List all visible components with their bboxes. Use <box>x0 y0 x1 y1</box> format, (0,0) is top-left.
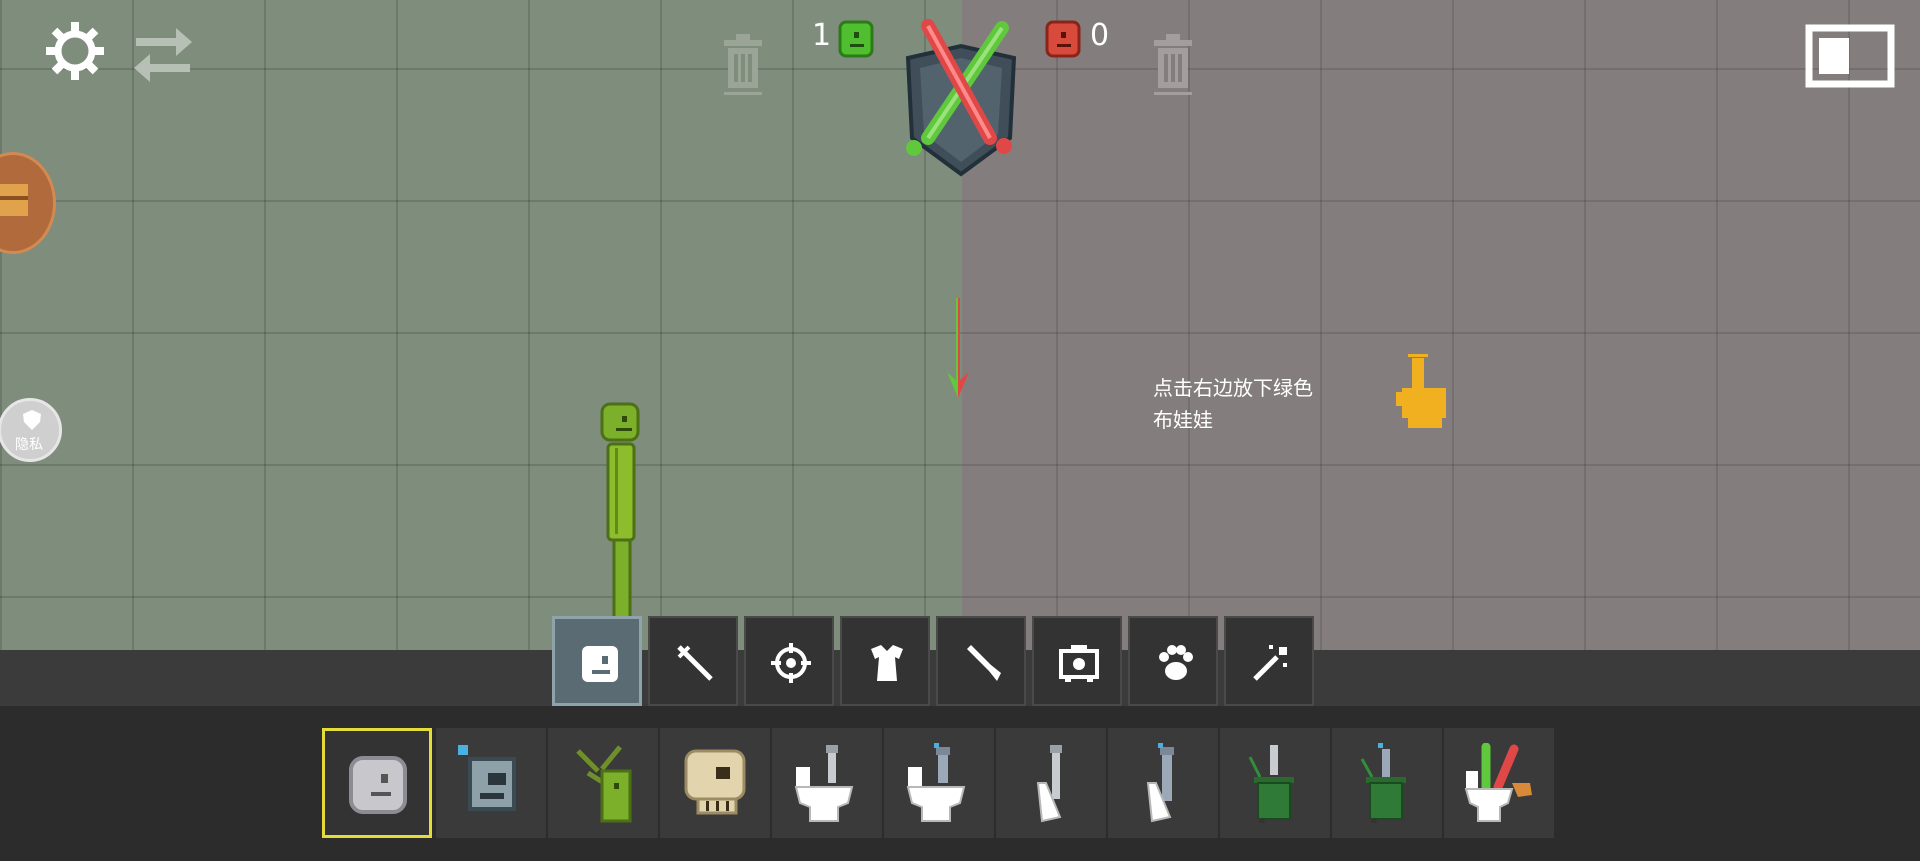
item-skibidi-toilet-4[interactable] <box>1108 728 1218 838</box>
category-explosives[interactable] <box>936 616 1026 706</box>
hint-line-2: 布娃娃 <box>1153 408 1213 432</box>
paw-icon <box>1159 645 1193 680</box>
shield-icon <box>23 410 41 430</box>
category-firearms[interactable] <box>744 616 834 706</box>
trash-icon[interactable] <box>1152 32 1194 98</box>
down-arrow-icon <box>945 298 971 402</box>
rocket-icon <box>967 645 1001 681</box>
melon-toilet-icon <box>1464 743 1532 822</box>
swap-arrows-icon[interactable] <box>130 22 196 88</box>
privacy-button[interactable]: 隐私 <box>0 398 62 462</box>
trash-bin-icon <box>1360 743 1406 823</box>
toilet-icon <box>1036 745 1062 823</box>
category-characters[interactable] <box>552 616 642 706</box>
item-skibidi-toilet-2[interactable] <box>884 728 994 838</box>
green-ragdoll-head-icon <box>838 20 874 58</box>
privacy-label: 隐私 <box>15 437 43 453</box>
green-score: 1 <box>812 18 832 53</box>
sword-icon <box>677 645 713 681</box>
toilet-icon <box>906 743 966 822</box>
item-melon-toilet[interactable] <box>1444 728 1554 838</box>
melon-plant-icon <box>576 745 632 823</box>
red-score: 0 <box>1090 18 1110 53</box>
crossed-swords-icon <box>898 18 1024 178</box>
gear-icon[interactable] <box>44 20 106 82</box>
item-gray-ragdoll-head[interactable] <box>322 728 432 838</box>
toilet-icon <box>1146 743 1174 823</box>
game-arena[interactable]: 1 0 隐私 点击右边放下绿色 布娃娃 <box>0 0 1920 650</box>
window-layout-icon[interactable] <box>1805 24 1895 88</box>
treasure-chest-icon <box>0 178 30 222</box>
item-skull-head[interactable] <box>660 728 770 838</box>
magic-wand-icon <box>1253 645 1287 681</box>
character-head-icon <box>582 646 618 682</box>
item-skibidi-toilet-3[interactable] <box>996 728 1106 838</box>
trash-icon[interactable] <box>722 32 764 98</box>
item-trash-bin-toilet-2[interactable] <box>1332 728 1442 838</box>
item-robot-head[interactable] <box>436 728 546 838</box>
toilet-icon <box>794 745 854 822</box>
red-team-zone[interactable] <box>962 0 1920 650</box>
gray-ragdoll-head-icon <box>349 756 407 814</box>
hand-pointer-icon <box>1394 352 1454 432</box>
item-trash-bin-toilet-1[interactable] <box>1220 728 1330 838</box>
item-melon-plant-ragdoll[interactable] <box>548 728 658 838</box>
robot-head-icon <box>458 745 516 811</box>
machine-icon <box>1059 645 1099 682</box>
category-animals[interactable] <box>1128 616 1218 706</box>
hint-text: 点击右边放下绿色 布娃娃 <box>1153 372 1373 436</box>
hint-line-1: 点击右边放下绿色 <box>1153 376 1313 400</box>
skull-icon <box>684 749 746 815</box>
trash-bin-icon <box>1248 745 1294 823</box>
green-ragdoll[interactable] <box>598 402 642 650</box>
green-team-zone[interactable] <box>0 0 962 650</box>
crosshair-icon <box>771 643 811 683</box>
category-melee[interactable] <box>648 616 738 706</box>
item-skibidi-toilet-1[interactable] <box>772 728 882 838</box>
red-ragdoll-head-icon <box>1045 20 1081 58</box>
shirt-icon <box>871 645 903 681</box>
category-clothing[interactable] <box>840 616 930 706</box>
category-magic[interactable] <box>1224 616 1314 706</box>
category-machines[interactable] <box>1032 616 1122 706</box>
